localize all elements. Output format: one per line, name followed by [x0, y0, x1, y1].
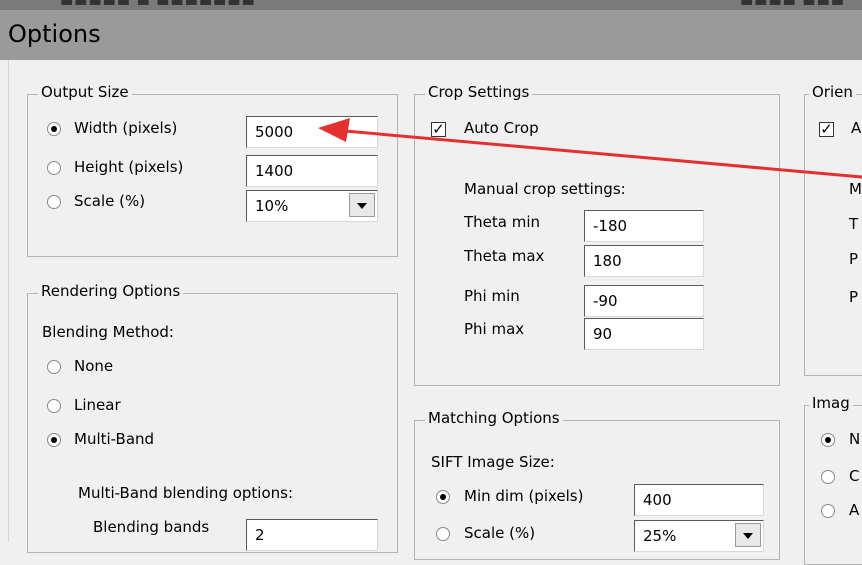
scale-select-dropdown-button[interactable] — [349, 193, 375, 217]
phi-min-input[interactable]: -90 — [584, 285, 704, 317]
width-radio[interactable] — [47, 122, 61, 136]
blending-bands-input[interactable]: 2 — [246, 519, 378, 551]
matching-scale-radio[interactable] — [436, 527, 450, 541]
orientation-row-1-label: M — [849, 180, 862, 198]
scale-select[interactable]: 10% — [246, 190, 378, 222]
blend-none-radio[interactable] — [47, 360, 61, 374]
orientation-row-2-label: T — [849, 215, 859, 233]
height-input[interactable]: 1400 — [246, 155, 378, 187]
blend-linear-radio[interactable] — [47, 399, 61, 413]
theta-max-label: Theta max — [464, 247, 545, 265]
multiband-options-label: Multi-Band blending options: — [78, 484, 294, 502]
theta-max-input[interactable]: 180 — [584, 245, 704, 277]
orientation-row-3-label: P — [849, 250, 859, 268]
image-option-3-radio[interactable] — [821, 504, 835, 518]
min-dim-input[interactable]: 400 — [634, 484, 764, 516]
blend-multiband-radio[interactable] — [47, 433, 61, 447]
matching-scale-select[interactable]: 25% — [634, 520, 764, 552]
image-option-2-label[interactable]: C — [849, 467, 859, 485]
rendering-options-legend: Rendering Options — [38, 282, 184, 300]
height-radio-label[interactable]: Height (pixels) — [74, 158, 183, 176]
auto-crop-label[interactable]: Auto Crop — [464, 119, 539, 137]
scale-select-value: 10% — [255, 197, 289, 215]
matching-scale-value: 25% — [643, 527, 677, 545]
image-option-1-label[interactable]: N — [849, 430, 860, 448]
orientation-row-4-label: P — [849, 288, 859, 306]
min-dim-radio[interactable] — [436, 490, 450, 504]
phi-max-input[interactable]: 90 — [584, 318, 704, 350]
sift-image-size-label: SIFT Image Size: — [431, 453, 555, 471]
blend-multiband-label[interactable]: Multi-Band — [74, 430, 154, 448]
background-window-strip: ▬▬▬▬▬ ▬ ▬▬▬▬▬▬▬ ▬▬▬▬ ▬▬▬ — [0, 0, 862, 10]
blend-linear-label[interactable]: Linear — [74, 396, 121, 414]
output-size-legend: Output Size — [38, 83, 132, 101]
manual-crop-label: Manual crop settings: — [464, 180, 626, 198]
matching-scale-label[interactable]: Scale (%) — [464, 524, 535, 542]
width-radio-label[interactable]: Width (pixels) — [74, 119, 177, 137]
orientation-check-label[interactable]: A — [851, 119, 861, 137]
image-option-1-radio[interactable] — [821, 433, 835, 447]
image-legend: Imag — [809, 394, 853, 412]
left-edge-divider — [8, 60, 9, 542]
chevron-down-icon — [743, 533, 753, 539]
min-dim-label[interactable]: Min dim (pixels) — [464, 487, 583, 505]
matching-options-legend: Matching Options — [425, 409, 563, 427]
orientation-legend: Orien — [809, 83, 856, 101]
theta-min-input[interactable]: -180 — [584, 210, 704, 242]
blending-bands-label: Blending bands — [93, 518, 210, 536]
blend-none-label[interactable]: None — [74, 357, 113, 375]
title-bar[interactable]: Options — [0, 10, 862, 61]
image-option-3-label[interactable]: A — [849, 501, 859, 519]
chevron-down-icon — [357, 203, 367, 209]
window-title: Options — [8, 20, 101, 48]
matching-scale-dropdown-button[interactable] — [735, 523, 761, 547]
image-option-2-radio[interactable] — [821, 470, 835, 484]
crop-settings-legend: Crop Settings — [425, 83, 533, 101]
auto-crop-checkbox[interactable]: ✓ — [431, 120, 446, 138]
width-input[interactable]: 5000 — [246, 116, 378, 148]
scale-radio[interactable] — [47, 195, 61, 209]
scale-radio-label[interactable]: Scale (%) — [74, 192, 145, 210]
checkmark-icon: ✓ — [820, 120, 833, 138]
image-group: Imag — [804, 394, 862, 565]
height-radio[interactable] — [47, 161, 61, 175]
orientation-checkbox[interactable]: ✓ — [819, 120, 834, 138]
phi-max-label: Phi max — [464, 320, 525, 338]
blending-method-label: Blending Method: — [42, 323, 174, 341]
phi-min-label: Phi min — [464, 287, 520, 305]
checkmark-icon: ✓ — [432, 120, 445, 138]
theta-min-label: Theta min — [464, 213, 541, 231]
